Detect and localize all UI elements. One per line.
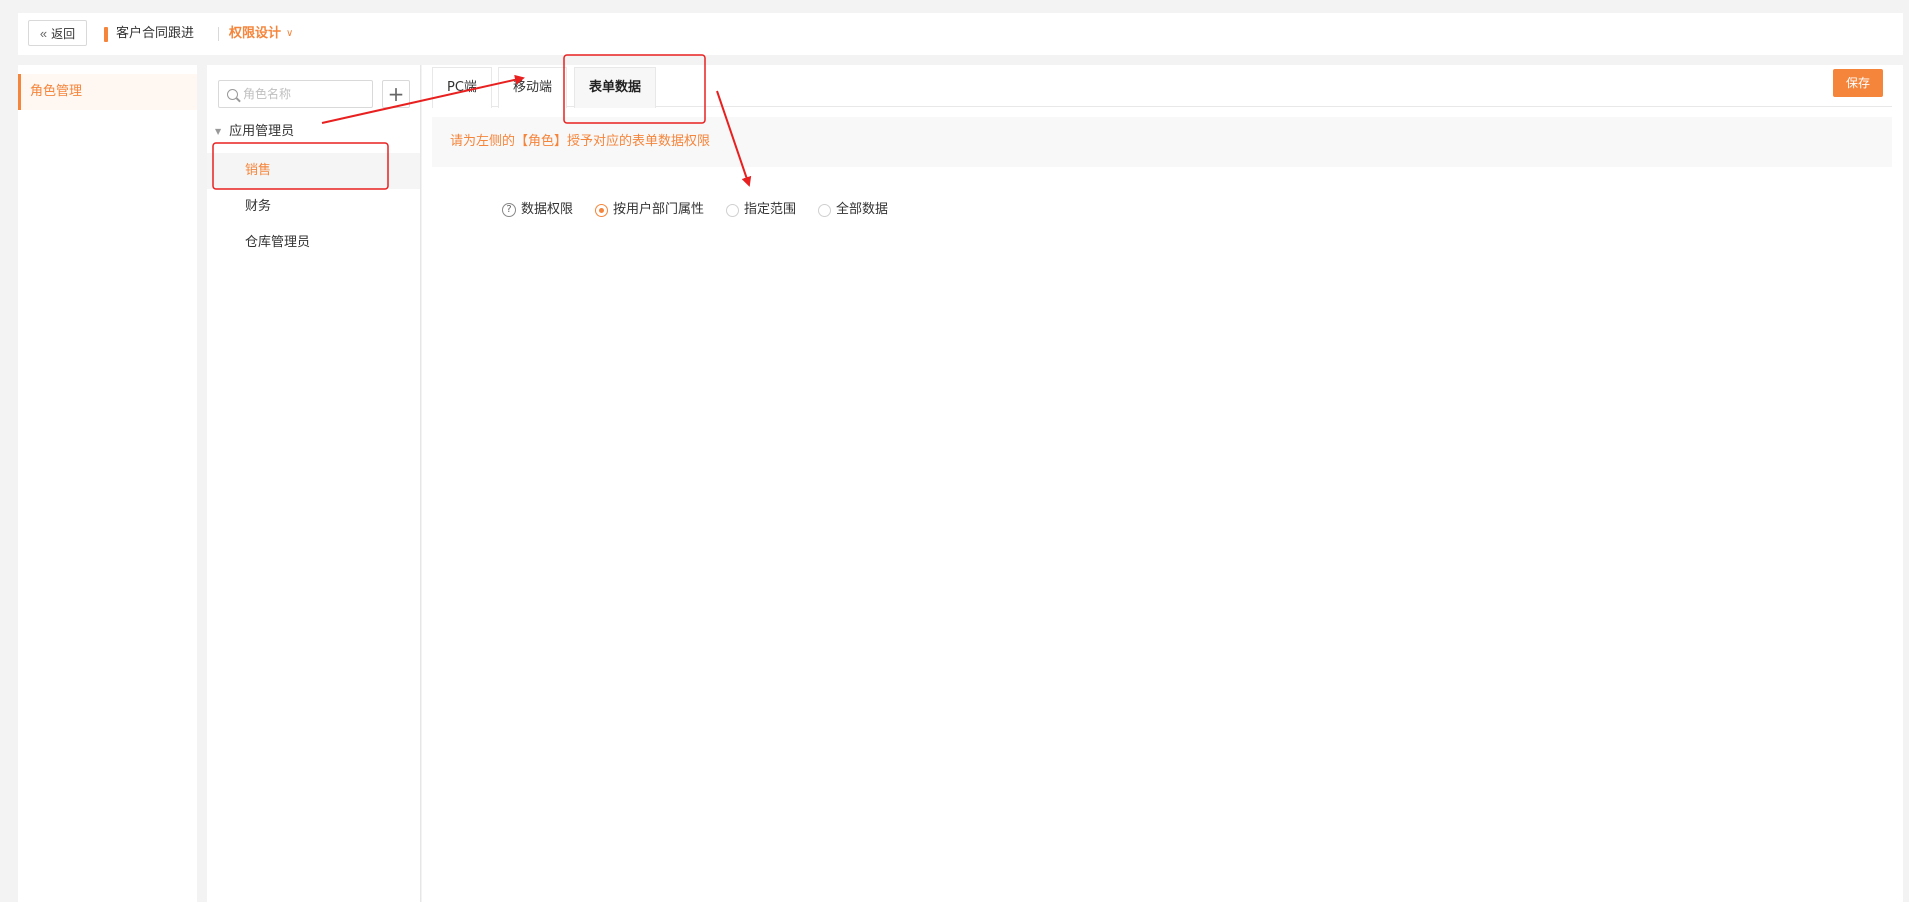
nav-item-role-management[interactable]: 角色管理 <box>18 74 197 110</box>
breadcrumb-current-label: 权限设计 <box>229 26 282 41</box>
plus-icon: + <box>387 82 405 106</box>
save-button[interactable]: 保存 <box>1833 69 1883 97</box>
radio-label: 指定范围 <box>744 202 797 217</box>
nav-item-label: 角色管理 <box>30 84 83 99</box>
top-bar: « 返回 客户合同跟进 权限设计 ∨ <box>18 13 1903 55</box>
radio-all-data[interactable]: 全部数据 <box>818 201 888 219</box>
tab-pc[interactable]: PC端 <box>432 67 492 108</box>
role-item-warehouse-manager[interactable]: 仓库管理员 <box>207 225 420 261</box>
tab-label: 移动端 <box>513 80 553 95</box>
permission-notice: 请为左侧的【角色】授予对应的表单数据权限 <box>432 117 1892 167</box>
tab-label: 表单数据 <box>589 80 642 95</box>
chevron-down-icon: ∨ <box>286 28 294 39</box>
question-circle-icon[interactable]: ? <box>502 203 516 217</box>
tab-bar: PC端 移动端 表单数据 <box>432 65 1892 108</box>
back-button-label: 返回 <box>51 26 76 41</box>
double-chevron-left-icon: « <box>39 25 48 41</box>
breadcrumb-current-page[interactable]: 权限设计 ∨ <box>229 25 293 43</box>
back-button[interactable]: « 返回 <box>28 20 87 46</box>
data-permission-row: ? 数据权限 按用户部门属性 指定范围 全部数据 <box>502 201 910 219</box>
add-role-button[interactable]: + <box>382 80 410 108</box>
role-item-finance[interactable]: 财务 <box>207 189 420 225</box>
radio-button-checked[interactable] <box>595 203 609 217</box>
radio-by-user-department[interactable]: 按用户部门属性 <box>595 201 704 219</box>
role-panel: + ▼ 应用管理员 销售 财务 仓库管理员 <box>207 65 421 902</box>
role-item-sales[interactable]: 销售 <box>207 153 420 189</box>
radio-label: 按用户部门属性 <box>613 202 705 217</box>
role-search-input[interactable] <box>243 87 363 101</box>
main-content: PC端 移动端 表单数据 保存 请为左侧的【角色】授予对应的表单数据权限 ? 数… <box>422 65 1903 902</box>
tab-label: PC端 <box>447 80 477 95</box>
role-item-label: 仓库管理员 <box>245 235 311 250</box>
radio-label: 全部数据 <box>836 202 889 217</box>
radio-button[interactable] <box>726 203 740 217</box>
left-nav: 角色管理 <box>18 65 197 902</box>
role-item-label: 销售 <box>245 163 272 178</box>
breadcrumb-divider <box>218 27 219 41</box>
data-permission-label: 数据权限 <box>521 202 574 217</box>
role-item-label: 财务 <box>245 199 272 214</box>
search-icon <box>227 88 238 100</box>
role-group-label: 应用管理员 <box>229 124 295 139</box>
tab-mobile[interactable]: 移动端 <box>498 67 568 108</box>
role-search-box <box>218 80 373 108</box>
tab-form-data[interactable]: 表单数据 <box>574 67 657 108</box>
radio-button[interactable] <box>818 203 832 217</box>
breadcrumb-accent-bar <box>104 27 108 42</box>
breadcrumb-app-name[interactable]: 客户合同跟进 <box>116 25 194 43</box>
role-group-header[interactable]: ▼ 应用管理员 <box>215 123 294 141</box>
caret-down-icon: ▼ <box>215 127 222 136</box>
radio-specified-range[interactable]: 指定范围 <box>726 201 796 219</box>
